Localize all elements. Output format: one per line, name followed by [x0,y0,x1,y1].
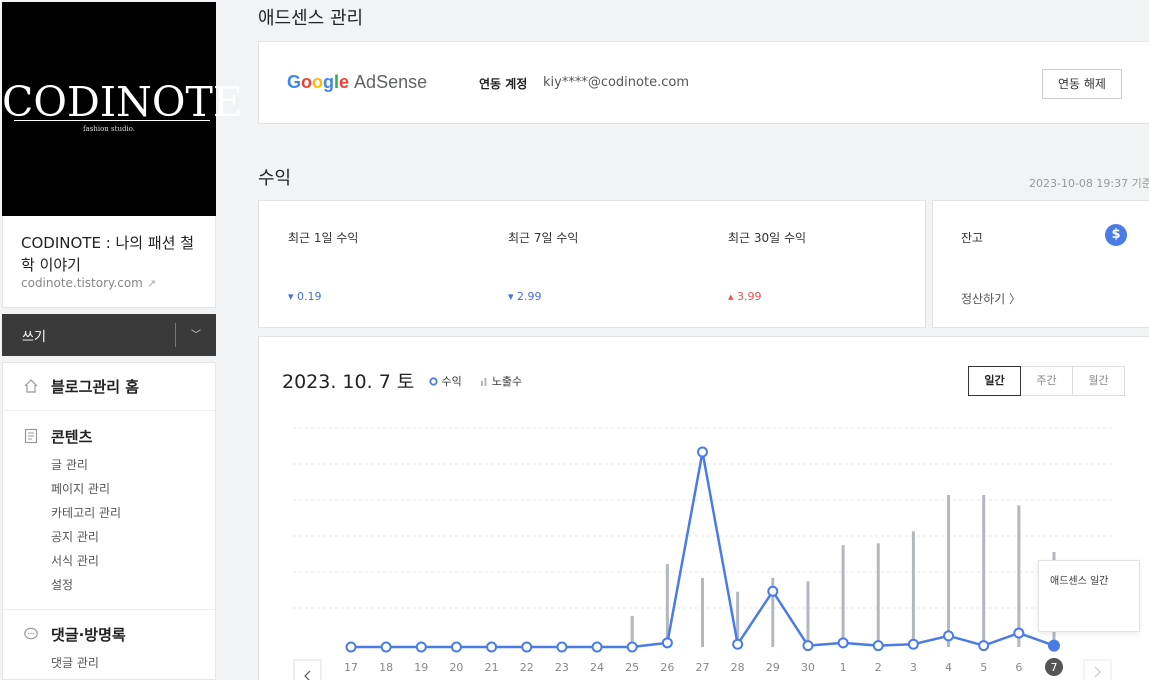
revenue-point-23[interactable] [557,643,566,652]
revenue-point-7[interactable] [1049,641,1059,651]
x-tick-label-24[interactable]: 24 [590,661,604,674]
revenue-point-18[interactable] [382,643,391,652]
impression-bar-4 [947,495,950,647]
revenue-point-29[interactable] [768,587,777,596]
x-tick-label-21[interactable]: 21 [485,661,499,674]
revenue-point-25[interactable] [628,643,637,652]
x-tick-label-17[interactable]: 17 [344,661,358,674]
revenue-point-19[interactable] [417,643,426,652]
revenue-point-21[interactable] [487,643,496,652]
tab-daily[interactable]: 일간 [968,366,1021,396]
x-tick-label-7[interactable]: 7 [1051,661,1058,674]
x-tick-label-22[interactable]: 22 [520,661,534,674]
revenue-point-24[interactable] [593,643,602,652]
impression-bar-3 [912,531,915,647]
revenue-point-28[interactable] [733,640,742,649]
x-tick-label-26[interactable]: 26 [660,661,674,674]
x-tick-label-20[interactable]: 20 [449,661,463,674]
x-tick-label-29[interactable]: 29 [766,661,780,674]
impression-bar-6 [1017,505,1020,647]
x-tick-label-6[interactable]: 6 [1015,661,1022,674]
chart-tooltip-label: 애드센스 일간 [1050,572,1108,587]
x-tick-label-18[interactable]: 18 [379,661,393,674]
revenue-chart: 17181920212223242526272829301234567 [0,0,1149,680]
x-tick-label-30[interactable]: 30 [801,661,815,674]
impression-bar-1 [842,545,845,647]
impression-bar-30 [806,581,809,647]
x-tick-label-25[interactable]: 25 [625,661,639,674]
revenue-point-27[interactable] [698,448,707,457]
revenue-point-6[interactable] [1014,629,1023,638]
x-tick-label-23[interactable]: 23 [555,661,569,674]
revenue-point-22[interactable] [522,643,531,652]
revenue-point-3[interactable] [909,640,918,649]
x-tick-label-1[interactable]: 1 [840,661,847,674]
revenue-point-20[interactable] [452,643,461,652]
impression-bar-27 [701,578,704,647]
revenue-point-26[interactable] [663,638,672,647]
chart-tooltip: 애드센스 일간 [1038,560,1140,632]
impression-bar-5 [982,495,985,647]
chevron-left-icon[interactable] [294,660,321,680]
revenue-point-2[interactable] [874,641,883,650]
impression-bar-2 [877,543,880,647]
revenue-point-17[interactable] [347,643,356,652]
x-tick-label-3[interactable]: 3 [910,661,917,674]
x-tick-label-2[interactable]: 2 [875,661,882,674]
revenue-point-4[interactable] [944,631,953,640]
revenue-point-1[interactable] [839,638,848,647]
revenue-point-5[interactable] [979,641,988,650]
x-tick-label-4[interactable]: 4 [945,661,952,674]
revenue-point-30[interactable] [803,641,812,650]
x-tick-label-28[interactable]: 28 [731,661,745,674]
x-tick-label-19[interactable]: 19 [414,661,428,674]
x-tick-label-5[interactable]: 5 [980,661,987,674]
x-tick-label-27[interactable]: 27 [696,661,710,674]
